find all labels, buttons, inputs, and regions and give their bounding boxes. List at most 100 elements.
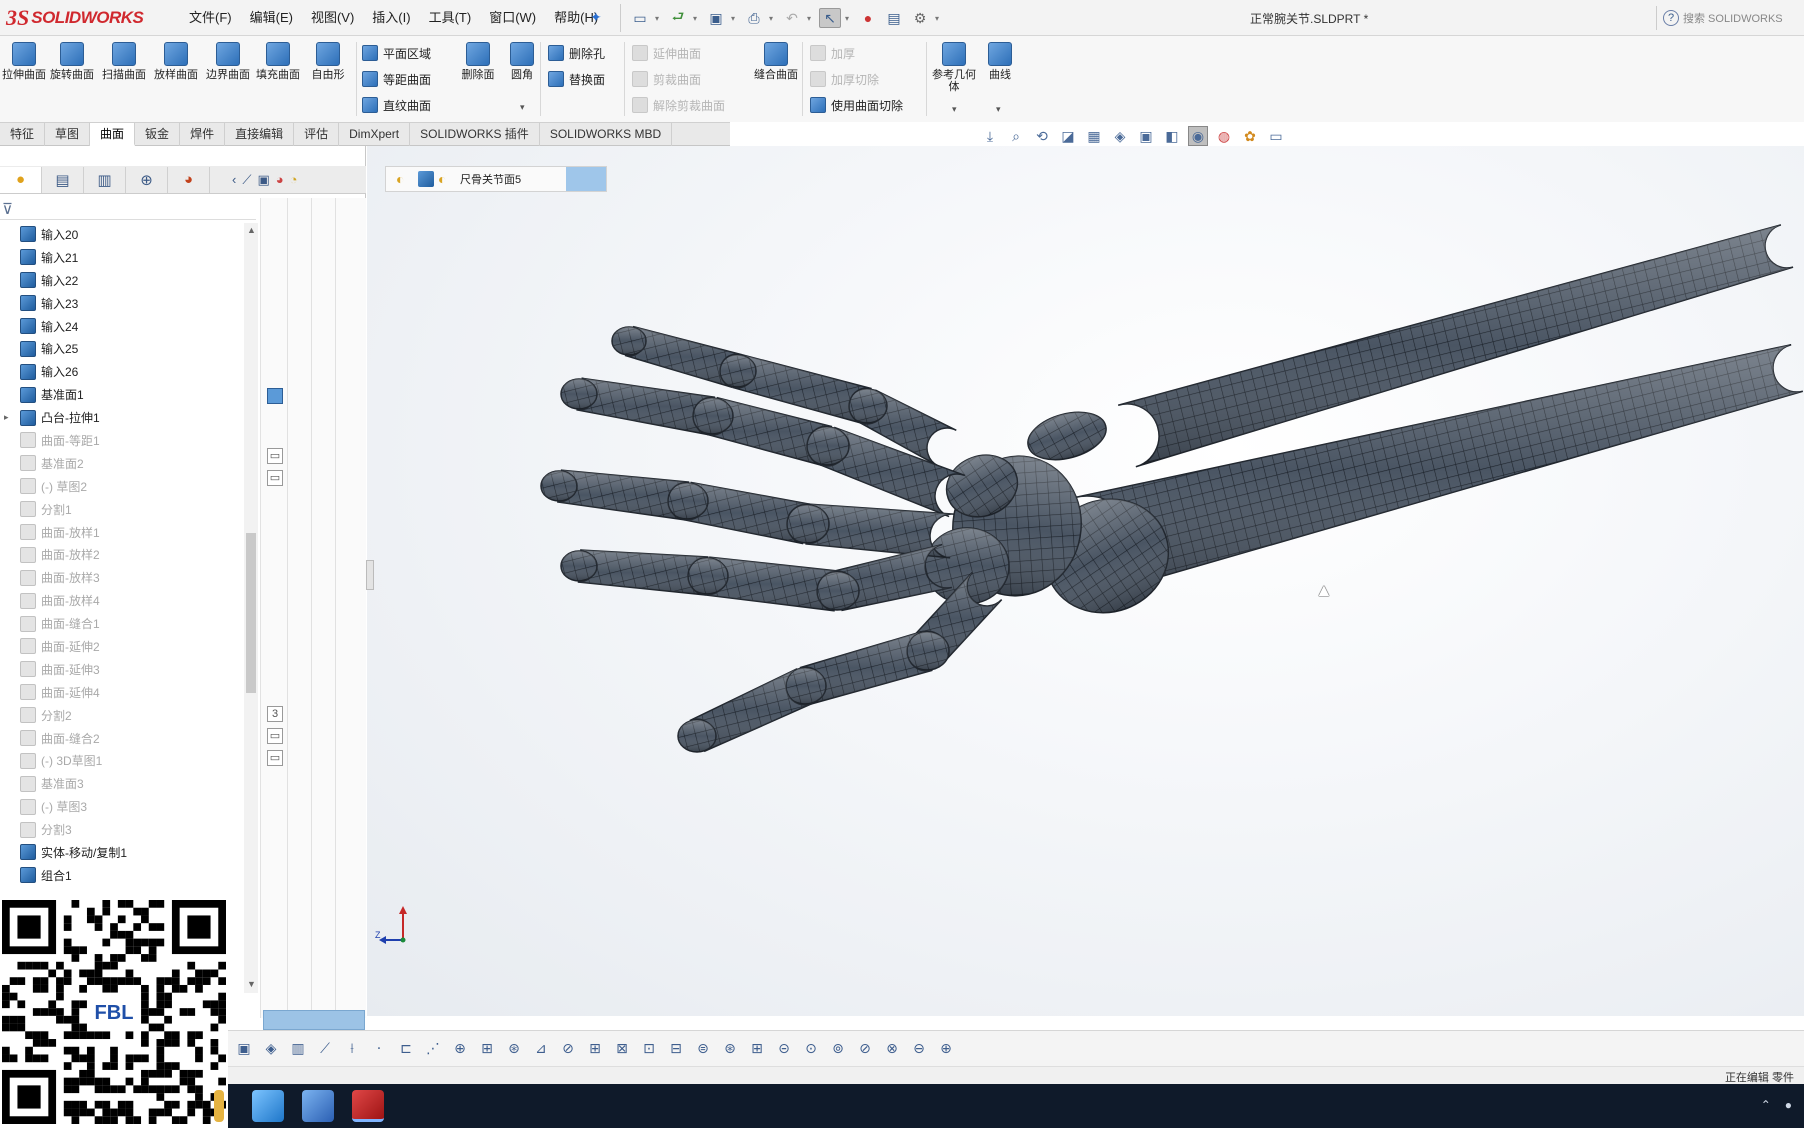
tree-scrollbar[interactable]: ▲ ▼ [244, 223, 258, 993]
tree-item[interactable]: ▸ 凸台-拉伸1 [0, 406, 246, 429]
tree-item[interactable]: 输入20 [0, 223, 246, 246]
rollback-icon[interactable]: ▣ [234, 1039, 254, 1059]
pattern-icon[interactable]: ⊠ [612, 1039, 632, 1059]
tree-item[interactable]: 曲面-放样1 [0, 521, 246, 544]
display-manager-tab-icon[interactable]: ◕ [168, 166, 210, 193]
tree-item[interactable]: 曲面-缝合2 [0, 727, 246, 750]
fillet-button[interactable]: 圆角 [500, 42, 544, 81]
tab-evaluate[interactable]: 评估 [294, 123, 340, 146]
tab-addins[interactable]: SOLIDWORKS 插件 [410, 123, 540, 146]
taskbar-app-icon[interactable] [214, 1090, 224, 1122]
draft-icon[interactable]: ⊞ [747, 1039, 767, 1059]
curves-dropdown-icon[interactable]: ▾ [996, 104, 1001, 115]
feature-manager-tab-icon[interactable]: ● [0, 166, 42, 193]
thicken-button[interactable]: 加厚 [810, 42, 855, 64]
revolved-surface-button[interactable]: 旋转曲面 [50, 42, 94, 81]
tree-item[interactable]: 基准面1 [0, 383, 246, 406]
dimxpert-manager-tab-icon[interactable]: ⊕ [126, 166, 168, 193]
delete-face-button[interactable]: 删除面 [456, 42, 500, 81]
measure-icon[interactable]: ⊟ [666, 1039, 686, 1059]
axis-icon[interactable]: ⊖ [909, 1039, 929, 1059]
tab-sketch[interactable]: 草图 [45, 123, 91, 146]
undo-dropdown-icon[interactable]: ▾ [807, 14, 815, 23]
tree-item[interactable]: 实体-移动/复制1 [0, 841, 246, 864]
rebuild-traffic-light-icon[interactable]: ● [857, 8, 879, 28]
tree-item[interactable]: 曲面-等距1 [0, 429, 246, 452]
zebra-icon[interactable]: ⊝ [774, 1039, 794, 1059]
options-gear-icon[interactable]: ⚙ [909, 8, 931, 28]
select-dropdown-icon[interactable]: ▾ [845, 14, 853, 23]
open-dropdown-icon[interactable]: ▾ [693, 14, 701, 23]
property-manager-tab-icon[interactable]: ▤ [42, 166, 84, 193]
breadcrumb-selection[interactable] [566, 167, 606, 191]
tree-item[interactable]: 基准面2 [0, 452, 246, 475]
more-dropdown-icon[interactable]: ▾ [520, 102, 525, 113]
new-document-icon[interactable]: ▭ [629, 8, 651, 28]
tree-item[interactable]: (-) 3D草图1 [0, 749, 246, 772]
display-style-icon[interactable]: ▣ [1136, 126, 1156, 146]
edit-appearance-icon[interactable]: ◉ [1188, 126, 1208, 146]
tree-item[interactable]: (-) 草图3 [0, 795, 246, 818]
menu-edit[interactable]: 编辑(E) [241, 8, 302, 28]
check-icon[interactable]: ⊙ [801, 1039, 821, 1059]
tree-item[interactable]: 曲面-延伸3 [0, 658, 246, 681]
section-icon[interactable]: ▥ [288, 1039, 308, 1059]
extruded-surface-button[interactable]: 拉伸曲面 [2, 42, 46, 81]
hole-icon[interactable]: ⊘ [855, 1039, 875, 1059]
lofted-surface-button[interactable]: 放样曲面 [154, 42, 198, 81]
display-icon[interactable]: ⟋ [315, 1039, 335, 1059]
save-dropdown-icon[interactable]: ▾ [731, 14, 739, 23]
pin-icon[interactable]: ✦ [590, 9, 602, 26]
expand-arrow-icon[interactable]: ▸ [4, 412, 9, 423]
reference-geometry-button[interactable]: 参考几何体 [932, 42, 976, 93]
hide-show-items-icon[interactable]: ◧ [1162, 126, 1182, 146]
boundary-surface-button[interactable]: 边界曲面 [206, 42, 250, 81]
extend-surface-button[interactable]: 延伸曲面 [632, 42, 701, 64]
print-dropdown-icon[interactable]: ▾ [769, 14, 777, 23]
mirror-icon[interactable]: ⊛ [504, 1039, 524, 1059]
menu-window[interactable]: 窗口(W) [480, 8, 545, 28]
tab-dimxpert[interactable]: DimXpert [339, 123, 411, 146]
help-icon[interactable]: ? [1663, 10, 1679, 26]
untrim-surface-button[interactable]: 解除剪裁曲面 [632, 94, 725, 116]
apply-scene-icon[interactable]: ◍ [1214, 126, 1234, 146]
knit-surface-button[interactable]: 缝合曲面 [754, 42, 798, 81]
zoom-icon[interactable]: ◈ [261, 1039, 281, 1059]
scene-icon[interactable]: ◔ [290, 172, 298, 187]
new-dropdown-icon[interactable]: ▾ [655, 14, 663, 23]
tree-item[interactable]: 组合1 [0, 864, 246, 887]
tree-item[interactable]: 曲面-放样4 [0, 589, 246, 612]
tab-mbd[interactable]: SOLIDWORKS MBD [540, 123, 673, 146]
curvature-icon[interactable]: ⊛ [720, 1039, 740, 1059]
zoom-to-fit-icon[interactable]: ⤓ [980, 126, 1000, 146]
offset-icon[interactable]: ⊿ [531, 1039, 551, 1059]
print-icon[interactable]: ⎙ [743, 8, 765, 28]
menu-view[interactable]: 视图(V) [302, 8, 363, 28]
tab-weldments[interactable]: 焊件 [180, 123, 226, 146]
scroll-up-icon[interactable]: ▲ [247, 225, 256, 235]
tree-item[interactable]: 曲面-延伸2 [0, 635, 246, 658]
previous-view-icon[interactable]: ⟲ [1032, 126, 1052, 146]
menu-insert[interactable]: 插入(I) [363, 8, 419, 28]
tree-item[interactable]: 分割3 [0, 818, 246, 841]
taskbar-solidworks-icon[interactable] [352, 1090, 384, 1122]
coordinate-icon[interactable]: ⊕ [936, 1039, 956, 1059]
tree-item[interactable]: 分割1 [0, 498, 246, 521]
breadcrumb-label[interactable]: 尺骨关节面5 [460, 171, 521, 187]
tree-item[interactable]: 输入25 [0, 337, 246, 360]
part-icon[interactable]: ◐ [396, 171, 414, 187]
options-dropdown-icon[interactable]: ▾ [935, 14, 943, 23]
tree-item[interactable]: 输入24 [0, 315, 246, 338]
interference-icon[interactable]: ⊚ [828, 1039, 848, 1059]
face-icon[interactable]: ◐ [438, 171, 456, 187]
menu-tools[interactable]: 工具(T) [420, 8, 481, 28]
monitor-icon[interactable]: ▭ [1266, 126, 1286, 146]
search-box[interactable]: ? 搜索 SOLIDWORKS [1656, 6, 1804, 30]
swept-surface-button[interactable]: 扫描曲面 [102, 42, 146, 81]
collapse-arrow-icon[interactable]: ‹ [232, 172, 236, 187]
zoom-to-area-icon[interactable]: ⌕ [1006, 126, 1026, 146]
configuration-manager-tab-icon[interactable]: ▥ [84, 166, 126, 193]
select-pointer-icon[interactable]: ↖ [819, 8, 841, 28]
tree-filter[interactable]: ⊽ [0, 198, 256, 220]
tree-item[interactable]: (-) 草图2 [0, 475, 246, 498]
